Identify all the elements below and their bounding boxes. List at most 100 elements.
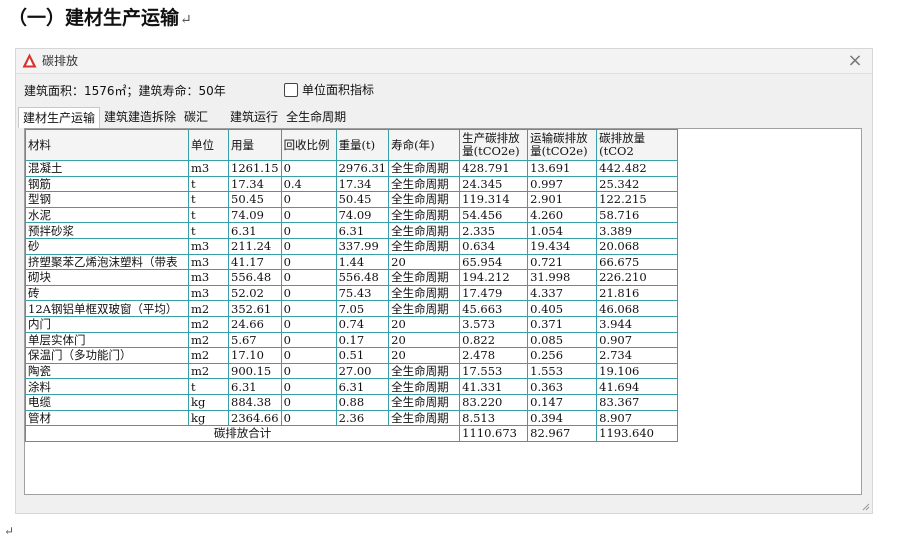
table-cell[interactable]: 41.694 <box>596 378 679 395</box>
table-row[interactable]: 混凝土 m3 1261.15 0 2976.31 全生命周期 428.791 13.691 44… <box>25 160 679 177</box>
table-cell[interactable]: m3 <box>188 284 229 302</box>
table-row[interactable]: 内门 m2 24.66 0 0.74 20 3.573 0.371 3.944 <box>25 315 679 333</box>
table-row[interactable]: 管材 kg 2364.66 0 2.36 全生命周期 8.513 0.394 8.907 <box>25 409 679 427</box>
table-cell[interactable]: t <box>188 175 229 193</box>
table-cell[interactable]: 74.09 <box>335 206 390 224</box>
table-cell[interactable]: 442.482 <box>596 160 679 177</box>
table-cell[interactable]: 50.45 <box>228 191 282 208</box>
column-header[interactable]: 单位 <box>188 129 229 161</box>
table-cell[interactable]: m2 <box>188 315 229 333</box>
table-cell[interactable]: 水泥 <box>25 206 189 224</box>
table-cell[interactable]: 2364.66 <box>228 409 282 427</box>
table-cell[interactable]: m3 <box>188 160 229 177</box>
table-cell[interactable]: 0.371 <box>527 315 598 333</box>
table-cell[interactable]: 41.331 <box>459 378 529 395</box>
table-cell[interactable]: 20.068 <box>596 237 679 255</box>
table-cell[interactable]: 54.456 <box>459 206 529 224</box>
table-cell[interactable]: 全生命周期 <box>388 160 461 177</box>
table-cell[interactable]: 6.31 <box>335 378 390 395</box>
table-cell[interactable]: t <box>188 378 229 395</box>
table-cell[interactable]: 17.10 <box>228 347 282 364</box>
table-cell[interactable]: 0 <box>280 269 337 286</box>
table-row[interactable]: 预拌砂浆 t 6.31 0 6.31 全生命周期 2.335 1.054 3.389 <box>25 222 679 239</box>
table-cell[interactable]: 25.342 <box>596 175 679 193</box>
table-row[interactable]: 电缆 kg 884.38 0 0.88 全生命周期 83.220 0.147 83.367 <box>25 393 679 411</box>
table-cell[interactable]: 0 <box>280 237 337 255</box>
table-cell[interactable]: 全生命周期 <box>388 237 461 255</box>
table-cell[interactable]: 211.24 <box>228 237 282 255</box>
tab-building-operation[interactable]: 建筑运行 <box>226 107 282 127</box>
table-cell[interactable]: 0.907 <box>596 331 679 349</box>
table-cell[interactable]: 20 <box>388 331 461 349</box>
table-cell[interactable]: 3.944 <box>596 315 679 333</box>
table-cell[interactable]: 钢筋 <box>25 175 189 193</box>
table-row[interactable]: 单层实体门 m2 5.67 0 0.17 20 0.822 0.085 0.907 <box>25 331 679 349</box>
table-cell[interactable]: 0.363 <box>527 378 598 395</box>
table-cell[interactable]: 52.02 <box>228 284 282 302</box>
table-cell[interactable]: 2.478 <box>459 347 529 364</box>
total-sum-value[interactable]: 1193.640 <box>596 425 679 442</box>
table-cell[interactable]: 电缆 <box>25 393 189 411</box>
column-header[interactable]: 寿命(年) <box>388 129 461 161</box>
table-cell[interactable]: 0.634 <box>459 237 529 255</box>
table-cell[interactable]: 45.663 <box>459 300 529 317</box>
table-cell[interactable]: 砌块 <box>25 269 189 286</box>
table-cell[interactable]: 74.09 <box>228 206 282 224</box>
table-cell[interactable]: 全生命周期 <box>388 222 461 239</box>
table-cell[interactable]: 2976.31 <box>335 160 390 177</box>
table-cell[interactable]: 0.822 <box>459 331 529 349</box>
table-cell[interactable]: 3.573 <box>459 315 529 333</box>
table-cell[interactable]: 556.48 <box>228 269 282 286</box>
table-cell[interactable]: 0 <box>280 206 337 224</box>
table-cell[interactable]: 0 <box>280 315 337 333</box>
tab-construction-demolition[interactable]: 建筑建造拆除 <box>100 107 180 127</box>
table-cell[interactable]: 4.260 <box>527 206 598 224</box>
checkbox-box[interactable] <box>284 82 298 97</box>
column-header[interactable]: 回收比例 <box>280 129 337 161</box>
table-cell[interactable]: 17.479 <box>459 284 529 302</box>
table-cell[interactable]: 13.691 <box>527 160 598 177</box>
table-cell[interactable]: 46.068 <box>596 300 679 317</box>
table-cell[interactable]: 0.147 <box>527 393 598 411</box>
table-cell[interactable]: t <box>188 191 229 208</box>
table-cell[interactable]: 17.553 <box>459 362 529 380</box>
table-cell[interactable]: 1.553 <box>527 362 598 380</box>
column-header[interactable]: 用量 <box>228 129 282 161</box>
table-cell[interactable]: 20 <box>388 347 461 364</box>
close-button[interactable]: × <box>842 49 868 73</box>
table-cell[interactable]: 58.716 <box>596 206 679 224</box>
table-cell[interactable]: 226.210 <box>596 269 679 286</box>
column-header[interactable]: 材料 <box>25 129 189 161</box>
table-cell[interactable]: 预拌砂浆 <box>25 222 189 239</box>
table-cell[interactable]: 2.734 <box>596 347 679 364</box>
table-cell[interactable]: 2.335 <box>459 222 529 239</box>
table-row[interactable]: 砂 m3 211.24 0 337.99 全生命周期 0.634 19.434 20.068 <box>25 237 679 255</box>
table-cell[interactable]: 0.256 <box>527 347 598 364</box>
table-cell[interactable]: 0 <box>280 393 337 411</box>
table-cell[interactable]: 556.48 <box>335 269 390 286</box>
table-cell[interactable]: 全生命周期 <box>388 175 461 193</box>
table-cell[interactable]: 0.74 <box>335 315 390 333</box>
table-cell[interactable]: 66.675 <box>596 253 679 271</box>
table-cell[interactable]: t <box>188 222 229 239</box>
table-cell[interactable]: 0 <box>280 160 337 177</box>
table-cell[interactable]: 0.394 <box>527 409 598 427</box>
column-header[interactable]: 碳排放量(tCO2 <box>596 129 679 161</box>
table-cell[interactable]: 0.405 <box>527 300 598 317</box>
tab-material-production[interactable]: 建材生产运输 <box>18 107 101 128</box>
table-cell[interactable]: 混凝土 <box>25 160 189 177</box>
table-cell[interactable]: 管材 <box>25 409 189 427</box>
table-cell[interactable]: m2 <box>188 331 229 349</box>
table-cell[interactable]: 83.220 <box>459 393 529 411</box>
table-cell[interactable]: 122.215 <box>596 191 679 208</box>
total-row[interactable]: 碳排放合计 1110.673 82.967 1193.640 <box>25 425 679 442</box>
table-cell[interactable]: 119.314 <box>459 191 529 208</box>
table-cell[interactable]: 27.00 <box>335 362 390 380</box>
total-production-value[interactable]: 1110.673 <box>459 425 529 442</box>
table-cell[interactable]: 0 <box>280 284 337 302</box>
table-cell[interactable]: 6.31 <box>335 222 390 239</box>
table-cell[interactable]: 3.389 <box>596 222 679 239</box>
table-cell[interactable]: 砖 <box>25 284 189 302</box>
table-cell[interactable]: 全生命周期 <box>388 191 461 208</box>
table-cell[interactable]: 全生命周期 <box>388 284 461 302</box>
